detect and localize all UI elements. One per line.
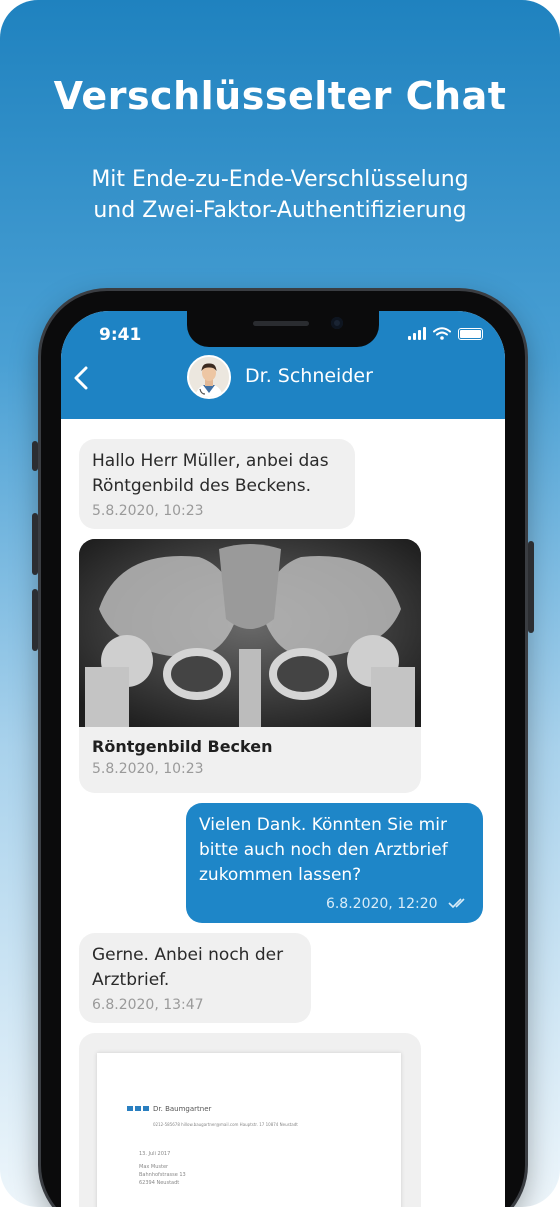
message-text-line: Arztbrief. xyxy=(92,970,170,990)
document-preview[interactable]: Dr. Baumgartner 0212-585678 hillow.bauga… xyxy=(97,1053,401,1207)
battery-icon xyxy=(458,328,483,340)
message-text-line: zukommen lassen? xyxy=(199,865,362,885)
phone-frame: 9:41 Dr. Schneider Hallo Herr Müller, an… xyxy=(32,291,534,1207)
document-logo-icon xyxy=(127,1106,149,1111)
message-timestamp: 5.8.2020, 10:23 xyxy=(92,503,204,519)
power-button xyxy=(528,541,534,633)
cellular-signal-icon xyxy=(408,327,426,340)
phone-screen: 9:41 Dr. Schneider Hallo Herr Müller, an… xyxy=(61,311,505,1207)
promo-headline: Verschlüsselter Chat xyxy=(53,74,507,118)
volume-up-button xyxy=(32,513,38,575)
image-attachment-bubble[interactable]: Röntgenbild Becken 5.8.2020, 10:23 xyxy=(79,539,421,793)
document-sender: Dr. Baumgartner xyxy=(153,1105,212,1113)
message-timestamp: 6.8.2020, 12:20 xyxy=(325,896,438,912)
pelvis-xray-image xyxy=(79,539,421,727)
document-recipient-city: 62394 Neustadt xyxy=(139,1180,180,1186)
attachment-title: Röntgenbild Becken xyxy=(92,737,273,756)
read-double-check-icon xyxy=(448,898,465,909)
contact-avatar[interactable] xyxy=(187,355,231,399)
message-text-line: bitte auch noch den Arztbrief xyxy=(199,840,448,860)
message-bubble-incoming[interactable]: Gerne. Anbei noch der Arztbrief. 6.8.202… xyxy=(79,933,311,1023)
speaker-grille xyxy=(253,321,309,326)
document-date: 13. Juli 2017 xyxy=(139,1151,171,1157)
back-chevron-icon[interactable] xyxy=(69,363,95,393)
wifi-icon xyxy=(433,327,451,340)
contact-name[interactable]: Dr. Schneider xyxy=(245,365,373,387)
promo-subline-2: und Zwei-Faktor-Authentifizierung xyxy=(93,198,467,223)
promo-card: Verschlüsselter Chat Mit Ende-zu-Ende-Ve… xyxy=(0,0,560,1207)
message-text-line: Röntgenbild des Beckens. xyxy=(92,476,312,496)
xray-image[interactable] xyxy=(79,539,421,727)
message-timestamp: 6.8.2020, 13:47 xyxy=(92,997,204,1013)
front-camera-icon xyxy=(331,317,343,329)
promo-subline-1: Mit Ende-zu-Ende-Verschlüsselung xyxy=(91,167,469,192)
document-contact-line: 0212-585678 hillow.baugartner@mail.com H… xyxy=(153,1122,298,1127)
document-recipient-street: Bahnhofstrasse 13 xyxy=(139,1172,186,1178)
message-bubble-outgoing[interactable]: Vielen Dank. Könnten Sie mir bitte auch … xyxy=(186,803,483,923)
status-icons xyxy=(408,327,483,340)
message-timestamp: 5.8.2020, 10:23 xyxy=(92,761,204,777)
message-text-line: Vielen Dank. Könnten Sie mir xyxy=(199,815,447,835)
volume-down-button xyxy=(32,589,38,651)
document-recipient-name: Max Muster xyxy=(139,1164,169,1170)
message-meta: 6.8.2020, 12:20 xyxy=(199,896,470,912)
mute-switch xyxy=(32,441,38,471)
doctor-avatar-icon xyxy=(189,357,229,397)
promo-subline: Mit Ende-zu-Ende-Verschlüsselung und Zwe… xyxy=(0,164,560,226)
message-text-line: Gerne. Anbei noch der xyxy=(92,945,284,965)
message-bubble-incoming[interactable]: Hallo Herr Müller, anbei das Röntgenbild… xyxy=(79,439,355,529)
notch xyxy=(187,311,379,347)
message-text-line: Hallo Herr Müller, anbei das xyxy=(92,451,329,471)
document-attachment-bubble[interactable]: Dr. Baumgartner 0212-585678 hillow.bauga… xyxy=(79,1033,421,1207)
status-time: 9:41 xyxy=(99,325,142,345)
